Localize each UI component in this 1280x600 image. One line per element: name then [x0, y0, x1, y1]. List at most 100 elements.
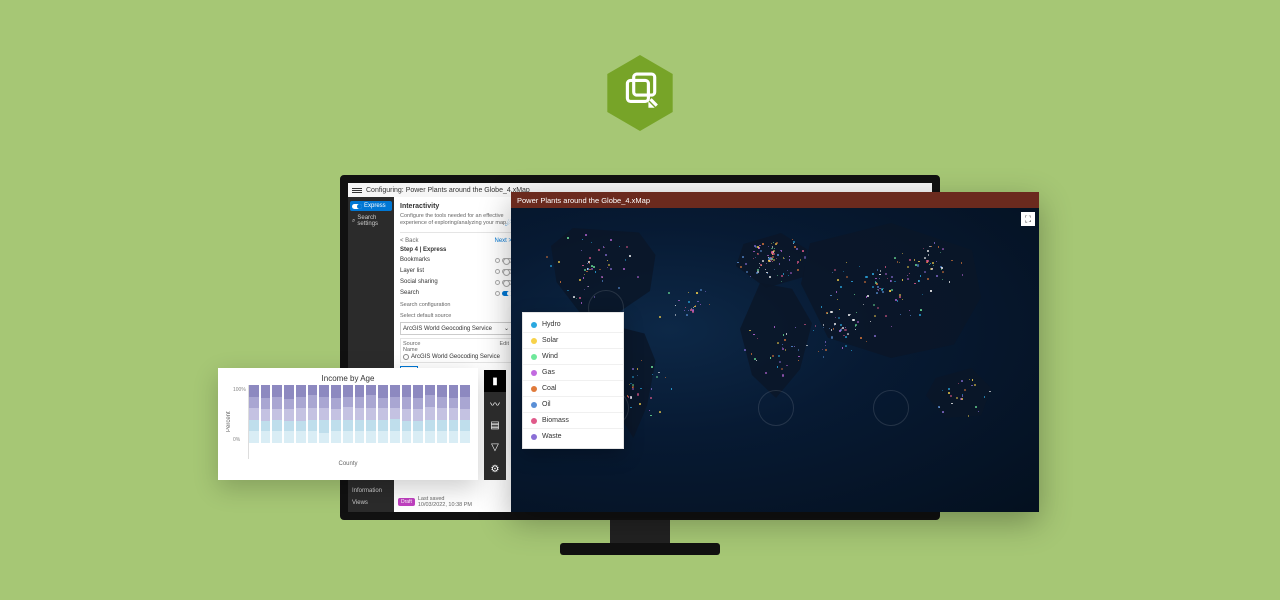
info-icon[interactable] [495, 291, 500, 296]
bar-column [460, 385, 470, 443]
legend-label: Oil [542, 401, 551, 408]
map-point [804, 324, 805, 325]
y-axis-label: Percent [226, 385, 232, 459]
map-point [688, 292, 689, 293]
map-point [773, 250, 775, 252]
map-point [842, 347, 844, 349]
select-value: ArcGIS World Geocoding Service [403, 326, 492, 332]
map-point [873, 304, 875, 306]
info-icon[interactable] [495, 269, 500, 274]
legend-dot-icon [531, 418, 537, 424]
legend-row[interactable]: Wind [523, 349, 623, 365]
edit-link[interactable]: Edit [500, 341, 509, 353]
map-point [836, 291, 838, 293]
map-point [823, 324, 824, 325]
draft-footer: Draft Last saved10/03/2022, 10:38 PM [394, 494, 518, 510]
bar-chart-icon[interactable]: ▮ [484, 370, 506, 392]
map-point [705, 291, 707, 293]
sidebar-item-views[interactable]: Views [350, 498, 392, 508]
legend-row[interactable]: Gas [523, 365, 623, 381]
map-point [628, 396, 629, 397]
back-button[interactable]: < Back [400, 238, 419, 244]
panel-desc: Configure the tools needed for an effect… [400, 213, 512, 227]
filter-icon[interactable]: ▽ [484, 436, 506, 458]
bar-column [355, 385, 365, 443]
map-point [974, 384, 976, 386]
map-point [835, 317, 836, 318]
sidebar-item-express[interactable]: Express [350, 201, 392, 211]
map-point [926, 260, 928, 262]
bar-column [308, 385, 318, 443]
bar-column [296, 385, 306, 443]
line-chart-icon[interactable]: 〰 [484, 392, 506, 414]
next-button[interactable]: Next > [494, 238, 512, 244]
sidebar-label: Search settings [357, 215, 390, 227]
map-point [632, 384, 634, 386]
map-point [693, 307, 694, 308]
last-saved-time: 10/03/2022, 10:38 PM [418, 502, 472, 508]
settings-icon[interactable]: ⚙ [484, 458, 506, 480]
default-source-select[interactable]: ArcGIS World Geocoding Service ⌄ [400, 322, 512, 335]
map-point [740, 266, 742, 268]
map-point [659, 411, 661, 413]
map-point [591, 268, 593, 270]
map-point [822, 349, 824, 351]
row-bookmarks: Bookmarks [400, 256, 512, 264]
globe-icon [403, 354, 409, 360]
map-point [825, 341, 826, 342]
table-icon[interactable]: ▤ [484, 414, 506, 436]
map-point [866, 296, 868, 298]
row-label: Layer list [400, 268, 424, 274]
bar-column [272, 385, 282, 443]
info-icon[interactable] [495, 258, 500, 263]
info-icon[interactable] [495, 280, 500, 285]
config-title: Configuring: Power Plants around the Glo… [366, 187, 530, 194]
map-point [767, 255, 768, 256]
map-point [802, 250, 804, 252]
row-search: Search [400, 289, 512, 297]
menu-icon[interactable] [352, 188, 362, 193]
legend-label: Gas [542, 369, 555, 376]
source-name: ArcGIS World Geocoding Service [411, 354, 500, 360]
map-point [796, 248, 798, 250]
map-point [588, 286, 589, 287]
panel-title: Interactivity [400, 203, 512, 210]
map-point [579, 279, 581, 281]
sidebar-item-information[interactable]: Information [350, 486, 392, 496]
map-point [942, 248, 944, 250]
map-point [927, 250, 929, 252]
map-point [930, 263, 931, 264]
map-point [956, 397, 958, 399]
expand-button[interactable]: ⛶ [1021, 212, 1035, 226]
map-point [924, 271, 926, 273]
map-point [753, 251, 754, 252]
map-point [771, 251, 773, 253]
legend-row[interactable]: Biomass [523, 413, 623, 429]
map-point [918, 280, 919, 281]
map-point [830, 311, 832, 313]
legend-row[interactable]: Hydro [523, 317, 623, 333]
legend-row[interactable]: Oil [523, 397, 623, 413]
map-point [876, 283, 878, 285]
map-point [697, 301, 699, 303]
map-point [847, 333, 849, 335]
row-label: Search [400, 290, 419, 296]
map-point [658, 372, 660, 374]
legend-label: Coal [542, 385, 556, 392]
search-icon: ⌕ [352, 218, 355, 225]
map-point [818, 351, 819, 352]
sidebar-label: Information [352, 488, 382, 494]
map-point [897, 261, 899, 263]
map-point [915, 264, 917, 266]
map-point [750, 276, 751, 277]
legend-label: Hydro [542, 321, 561, 328]
legend-row[interactable]: Coal [523, 381, 623, 397]
map-point [825, 345, 826, 346]
legend-row[interactable]: Waste [523, 429, 623, 444]
map-point [839, 309, 840, 310]
legend-dot-icon [531, 354, 537, 360]
map-point [766, 263, 767, 264]
legend-row[interactable]: Solar [523, 333, 623, 349]
map-point [844, 329, 846, 331]
sidebar-item-search-settings[interactable]: ⌕ Search settings [350, 213, 392, 229]
